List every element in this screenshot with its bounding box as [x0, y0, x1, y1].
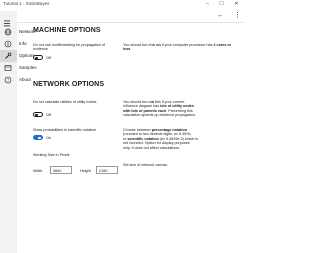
multithreading-toggle[interactable]	[33, 55, 43, 60]
multithreading-note: You should turn this on if your computer…	[123, 43, 232, 52]
width-label: Width	[33, 169, 43, 173]
toggle-knob	[38, 136, 41, 140]
working-size-title: Working Size in Pixels	[33, 153, 70, 157]
more-options-button[interactable]: ⋮	[234, 12, 241, 19]
utilities-toggle[interactable]	[33, 112, 43, 117]
info-icon	[4, 40, 12, 48]
globe-icon	[4, 28, 12, 36]
minimize-button[interactable]: –	[203, 1, 212, 8]
multithreading-toggle-label: Off	[46, 55, 51, 60]
scientific-notation-toggle-label: On	[46, 135, 52, 140]
maximize-button[interactable]: ☐	[217, 1, 226, 8]
samples-icon	[4, 65, 12, 71]
hamburger-menu-button[interactable]	[4, 14, 12, 27]
toggle-knob	[35, 113, 38, 117]
utilities-note: You should turn on this if your current …	[123, 100, 241, 118]
utilities-description: Do not calculate utilities of utility no…	[33, 100, 98, 104]
navigation: Network Info Options Samples ? About	[0, 0, 244, 253]
height-label: Height	[80, 169, 91, 173]
wrench-icon	[5, 52, 12, 59]
title-bar: Tutorial 1 - SmileBayes – ☐ ✕	[0, 0, 244, 11]
sidebar-item-label: Samples	[19, 65, 37, 70]
sidebar-item-options[interactable]	[0, 50, 17, 62]
sidebar-item-label: Info	[19, 41, 27, 46]
close-button[interactable]: ✕	[232, 1, 241, 8]
toggle-knob	[35, 56, 38, 60]
width-input[interactable]: 3840	[50, 166, 72, 174]
svg-text:?: ?	[7, 78, 10, 83]
back-button[interactable]: ←	[217, 12, 224, 19]
sci-note-line: only. It does not affect calculations.	[123, 145, 181, 150]
question-icon: ?	[4, 76, 12, 84]
utilities-toggle-label: Off	[46, 112, 51, 117]
network-options-heading: NETWORK OPTIONS	[33, 81, 105, 88]
multithreading-description: Do not use multithreading for propagatio…	[33, 43, 105, 52]
utilities-note-line: calculation speeds up evidence propagati…	[123, 113, 196, 118]
sidebar-item-samples[interactable]: Samples	[0, 62, 42, 74]
sidebar-item-label: About	[19, 77, 31, 82]
toolbar-divider	[17, 22, 244, 23]
machine-options-heading: MACHINE OPTIONS	[33, 27, 101, 34]
working-size-note: Set size of network canvas.	[123, 163, 168, 167]
scientific-notation-toggle[interactable]	[33, 135, 43, 140]
window-title: Tutorial 1 - SmileBayes	[3, 1, 50, 6]
scientific-notation-description: Show probabilities in scientific notatio…	[33, 128, 98, 132]
scientific-notation-note: Choose between percentage notation (roun…	[123, 128, 241, 150]
height-input[interactable]: 2160	[96, 166, 118, 174]
